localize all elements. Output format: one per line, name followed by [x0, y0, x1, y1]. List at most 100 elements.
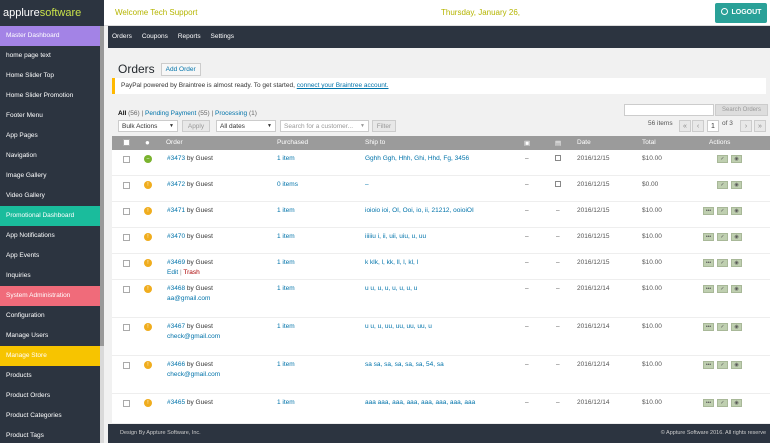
nav-settings[interactable]: Settings [211, 26, 235, 48]
sidebar-item[interactable]: Image Gallery [0, 166, 100, 186]
sidebar-item[interactable]: Manage Store [0, 346, 100, 366]
sidebar-item[interactable]: home page text [0, 46, 100, 66]
row-checkbox[interactable] [123, 324, 130, 331]
table-row[interactable]: – #3473 by Guest 1 item Gghh Ggh, Hhh, Ghi,… [112, 150, 770, 176]
sidebar-item[interactable]: Home Slider Promotion [0, 86, 100, 106]
search-orders-input[interactable] [624, 104, 714, 116]
purchased-items[interactable]: 1 item [277, 155, 295, 162]
view-action-icon[interactable]: ◉ [731, 361, 742, 369]
row-checkbox[interactable] [123, 260, 130, 267]
ship-to-address[interactable]: u u, u, uu, uu, uu, uu, u [365, 323, 432, 330]
view-action-icon[interactable]: ◉ [731, 285, 742, 293]
order-note-icon[interactable] [555, 155, 561, 161]
ship-to-address[interactable]: Gghh Ggh, Hhh, Ghi, Hhd, Fg, 3456 [365, 155, 469, 162]
order-link[interactable]: #3468 by Guest [167, 285, 213, 292]
purchased-items[interactable]: 1 item [277, 259, 295, 266]
logo[interactable]: appluresoftware [0, 0, 104, 26]
col-ship-to[interactable]: Ship to [365, 139, 385, 146]
sidebar-item[interactable]: Promotional Dashboard [0, 206, 100, 226]
customer-email[interactable]: aa@gmail.com [167, 295, 210, 302]
nav-orders[interactable]: Orders [112, 26, 132, 48]
trash-link[interactable]: Trash [183, 269, 199, 276]
row-checkbox[interactable] [123, 234, 130, 241]
complete-action-icon[interactable]: ✓ [717, 361, 728, 369]
table-row[interactable]: ! #3470 by Guest 1 item iiiiiu i, ii, uii, … [112, 228, 770, 254]
view-action-icon[interactable]: ◉ [731, 155, 742, 163]
last-page-button[interactable]: » [754, 120, 766, 132]
row-checkbox[interactable] [123, 362, 130, 369]
next-page-button[interactable]: › [740, 120, 752, 132]
complete-action-icon[interactable]: ✓ [717, 259, 728, 267]
current-page-input[interactable]: 1 [707, 120, 719, 132]
sidebar-item[interactable]: App Pages [0, 126, 100, 146]
sidebar-item[interactable]: Manage Users [0, 326, 100, 346]
scrollbar-thumb[interactable] [100, 26, 104, 346]
row-checkbox[interactable] [123, 400, 130, 407]
processing-action-icon[interactable]: ••• [703, 207, 714, 215]
table-row[interactable]: ! #3472 by Guest 0 items – –2016/12/15 $0.00 ✓… [112, 176, 770, 202]
sidebar-item[interactable]: Master Dashboard [0, 26, 100, 46]
order-note-icon[interactable] [555, 181, 561, 187]
bulk-actions-select[interactable]: Bulk Actions ▼ [118, 120, 178, 132]
ship-to-address[interactable]: u u, u, u, u, u, u, u [365, 285, 417, 292]
table-row[interactable]: ! #3466 by Guest check@gmail.com 1 item sa s… [112, 356, 770, 394]
sidebar-item[interactable]: Inquiries [0, 266, 100, 286]
select-all-checkbox[interactable] [123, 139, 130, 146]
order-link[interactable]: #3473 by Guest [167, 155, 213, 162]
logout-button[interactable]: LOGOUT [715, 3, 767, 23]
complete-action-icon[interactable]: ✓ [717, 399, 728, 407]
ship-to-address[interactable]: iiiiiu i, ii, uii, uiu, u, uu [365, 233, 426, 240]
processing-action-icon[interactable]: ••• [703, 399, 714, 407]
order-link[interactable]: #3471 by Guest [167, 207, 213, 214]
purchased-items[interactable]: 1 item [277, 323, 295, 330]
ship-to-address[interactable]: sa sa, sa, sa, sa, sa, 54, sa [365, 361, 444, 368]
sidebar-item[interactable]: Product Categories [0, 406, 100, 426]
order-link[interactable]: #3469 by Guest [167, 259, 213, 266]
prev-page-button[interactable]: ‹ [692, 120, 704, 132]
complete-action-icon[interactable]: ✓ [717, 155, 728, 163]
filter-pending[interactable]: Pending Payment [145, 110, 196, 117]
search-orders-button[interactable]: Search Orders [715, 104, 768, 116]
view-action-icon[interactable]: ◉ [731, 399, 742, 407]
purchased-items[interactable]: 1 item [277, 207, 295, 214]
filter-all[interactable]: All [118, 110, 126, 117]
first-page-button[interactable]: « [679, 120, 691, 132]
complete-action-icon[interactable]: ✓ [717, 207, 728, 215]
sidebar-item[interactable]: Navigation [0, 146, 100, 166]
nav-coupons[interactable]: Coupons [142, 26, 168, 48]
filter-button[interactable]: Filter [372, 120, 396, 132]
view-action-icon[interactable]: ◉ [731, 323, 742, 331]
processing-action-icon[interactable]: ••• [703, 285, 714, 293]
table-row[interactable]: ! #3469 by Guest Edit | Trash 1 item k klk, … [112, 254, 770, 280]
customer-email[interactable]: check@gmail.com [167, 333, 220, 340]
order-link[interactable]: #3466 by Guest [167, 361, 213, 368]
order-link[interactable]: #3470 by Guest [167, 233, 213, 240]
purchased-items[interactable]: 1 item [277, 233, 295, 240]
apply-button[interactable]: Apply [182, 120, 210, 132]
dates-select[interactable]: All dates ▼ [216, 120, 276, 132]
sidebar-item[interactable]: Configuration [0, 306, 100, 326]
sidebar-item[interactable]: Product Tags [0, 426, 100, 443]
row-checkbox[interactable] [123, 156, 130, 163]
view-action-icon[interactable]: ◉ [731, 181, 742, 189]
row-checkbox[interactable] [123, 286, 130, 293]
filter-processing[interactable]: Processing [215, 110, 247, 117]
order-link[interactable]: #3465 by Guest [167, 399, 213, 406]
nav-reports[interactable]: Reports [178, 26, 201, 48]
customer-search-select[interactable]: Search for a customer... ▼ [280, 120, 369, 132]
sidebar-scrollbar[interactable] [100, 26, 104, 443]
ship-to-address[interactable]: ioioio ioi, OI, Ooi, io, ii, 21212, ooio… [365, 207, 474, 214]
processing-action-icon[interactable]: ••• [703, 323, 714, 331]
col-total[interactable]: Total [642, 139, 656, 146]
row-checkbox[interactable] [123, 182, 130, 189]
customer-email[interactable]: check@gmail.com [167, 371, 220, 378]
col-order[interactable]: Order [166, 139, 183, 146]
purchased-items[interactable]: 1 item [277, 285, 295, 292]
view-action-icon[interactable]: ◉ [731, 207, 742, 215]
ship-to-address[interactable]: aaa aaa, aaa, aaa, aaa, aaa, aaa, aaa [365, 399, 475, 406]
processing-action-icon[interactable]: ••• [703, 233, 714, 241]
sidebar-item[interactable]: Video Gallery [0, 186, 100, 206]
row-checkbox[interactable] [123, 208, 130, 215]
col-date[interactable]: Date [577, 139, 591, 146]
purchased-items[interactable]: 1 item [277, 399, 295, 406]
